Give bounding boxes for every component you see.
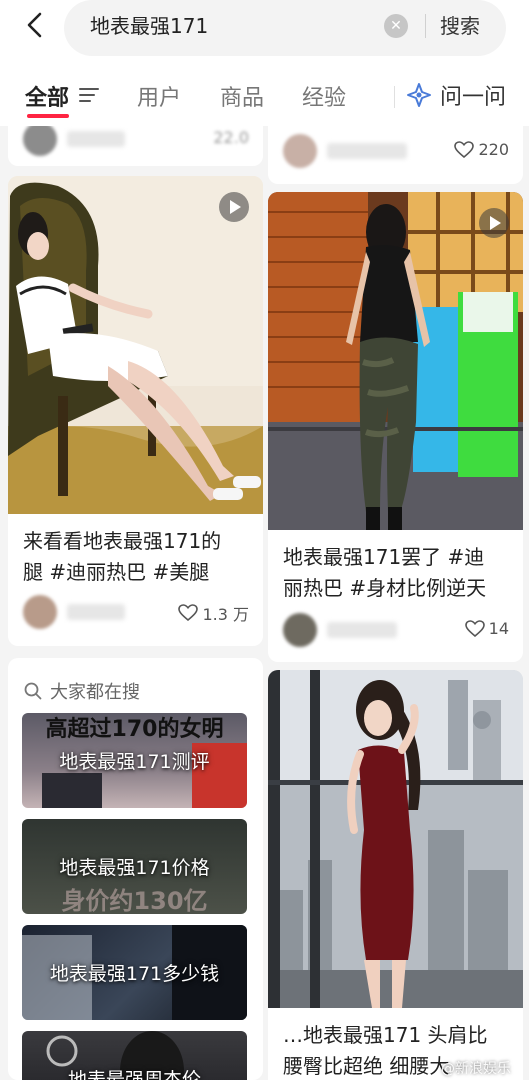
avatar[interactable] (23, 595, 57, 629)
chevron-left-icon (27, 12, 42, 38)
tab-products[interactable]: 商品 (220, 80, 264, 112)
post-title-line: …地表最强171 头肩比 (283, 1023, 488, 1047)
post-meta: 22.0 (23, 122, 249, 158)
post-image[interactable] (268, 670, 523, 1008)
like-count-value: 22.0 (213, 128, 249, 147)
post-meta: 220 (283, 134, 509, 170)
post-card[interactable]: …地表最强171 头肩比 腰臀比超绝 细腰大 @新浪娱乐 (268, 670, 523, 1080)
sparkle-icon (407, 83, 431, 107)
like-count: 1.3 万 (202, 605, 249, 624)
post-title-line: 丽热巴 #身材比例逆天 (283, 576, 487, 600)
trending-title-label: 大家都在搜 (50, 682, 140, 703)
avatar[interactable] (283, 613, 317, 647)
trending-item[interactable]: 高超过170的女明 地表最强171测评 (22, 713, 247, 808)
watermark: @新浪娱乐 (441, 1061, 511, 1077)
username-blurred[interactable] (327, 143, 407, 159)
back-button[interactable] (20, 8, 50, 42)
search-input[interactable]: 地表最强171 (90, 10, 208, 39)
tab-separator (394, 86, 395, 108)
like-count: 220 (478, 140, 509, 159)
woman-red-dress-photo (268, 670, 523, 1008)
tab-experience[interactable]: 经验 (302, 80, 346, 112)
filter-icon[interactable] (78, 86, 100, 104)
search-button[interactable]: 搜索 (440, 10, 480, 39)
trending-item[interactable]: 地表最强171多少钱 (22, 925, 247, 1020)
trending-item-label: 地表最强171多少钱 (49, 963, 220, 985)
heart-icon (454, 140, 475, 158)
trending-item[interactable]: 身价约130亿 地表最强171价格 (22, 819, 247, 914)
woman-standing-photo (268, 192, 523, 530)
play-icon[interactable] (479, 208, 509, 238)
like-button[interactable]: 220 (454, 140, 509, 159)
ask-button[interactable]: 问一问 (398, 78, 506, 112)
post-card[interactable]: 来看看地表最强171的 腿 #迪丽热巴 #美腿 1.3 万 (8, 176, 263, 646)
like-count[interactable]: 22.0 (213, 128, 249, 147)
trending-title: 大家都在搜 (24, 678, 140, 704)
search-divider (425, 14, 426, 38)
tab-all[interactable]: 全部 (25, 80, 69, 112)
trending-item[interactable]: 地表最强周杰伦 (22, 1031, 247, 1080)
post-meta: 14 (283, 613, 509, 649)
clear-icon[interactable]: ✕ (384, 14, 408, 38)
post-title[interactable]: 来看看地表最强171的 腿 #迪丽热巴 #美腿 (23, 526, 221, 588)
search-bar[interactable]: 地表最强171 ✕ 搜索 (64, 0, 506, 56)
heart-icon (178, 604, 199, 622)
post-title-line: 地表最强171罢了 #迪 (283, 545, 485, 569)
tab-users[interactable]: 用户 (137, 80, 181, 112)
ask-label: 问一问 (440, 85, 507, 110)
like-button[interactable]: 1.3 万 (178, 601, 249, 625)
tab-bar: 全部 用户 商品 经验 问一问 (0, 74, 529, 120)
play-icon[interactable] (219, 192, 249, 222)
post-meta: 1.3 万 (23, 595, 249, 631)
search-icon (24, 682, 42, 700)
trending-item-label: 地表最强171价格 (59, 857, 210, 879)
search-results-screen: 地表最强171 ✕ 搜索 全部 用户 商品 经验 问一问 22.0 220 来看… (0, 0, 529, 1080)
username-blurred[interactable] (67, 131, 125, 147)
active-tab-indicator (27, 114, 69, 118)
username-blurred[interactable] (67, 604, 125, 620)
trending-searches: 大家都在搜 高超过170的女明 地表最强171测评 身价约130亿 地表最强17… (8, 658, 263, 1080)
woman-in-chair-photo (8, 176, 263, 514)
avatar[interactable] (283, 134, 317, 168)
avatar[interactable] (23, 122, 57, 156)
trending-item-label: 地表最强周杰伦 (67, 1069, 201, 1080)
like-button[interactable]: 14 (464, 619, 509, 638)
header: 地表最强171 ✕ 搜索 全部 用户 商品 经验 问一问 (0, 0, 529, 126)
post-title-line: 腿 #迪丽热巴 #美腿 (23, 560, 210, 584)
post-title-line: 来看看地表最强171的 (23, 529, 222, 553)
trending-overlay-text: 高超过170的女明 (45, 717, 224, 742)
post-title[interactable]: 地表最强171罢了 #迪 丽热巴 #身材比例逆天 (283, 542, 486, 604)
username-blurred[interactable] (327, 622, 397, 638)
like-count: 14 (488, 619, 509, 638)
heart-icon (464, 619, 485, 637)
trending-item-label: 地表最强171测评 (59, 751, 210, 773)
trending-overlay-text: 身价约130亿 (61, 887, 208, 914)
post-card[interactable]: 地表最强171罢了 #迪 丽热巴 #身材比例逆天 14 (268, 192, 523, 662)
post-image[interactable] (8, 176, 263, 514)
post-image[interactable] (268, 192, 523, 530)
